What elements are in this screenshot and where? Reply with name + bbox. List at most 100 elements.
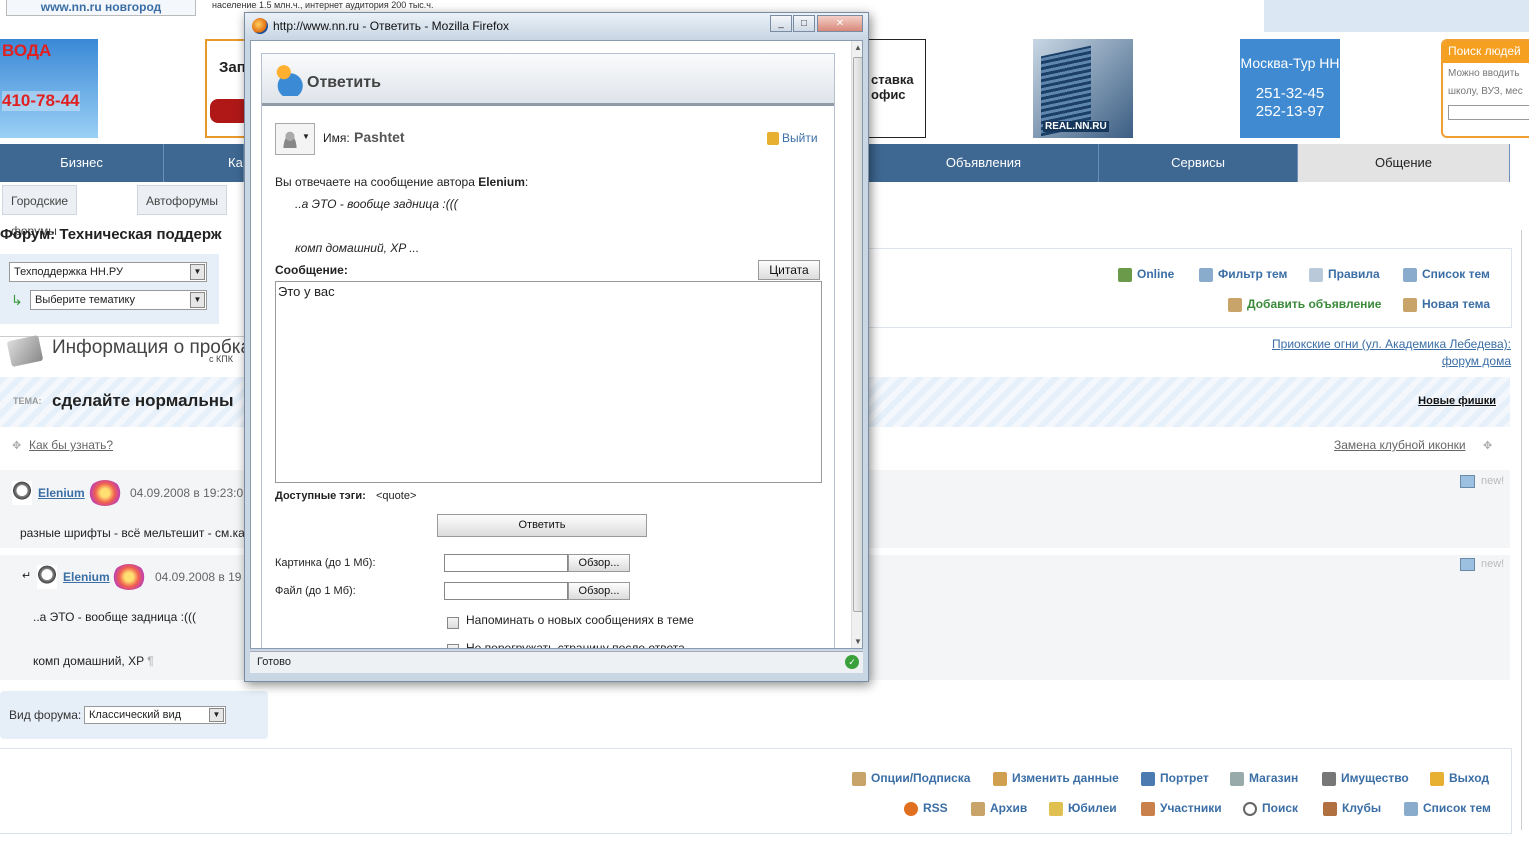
chevron-down-icon: ▼ [190, 292, 205, 308]
nav-item-services[interactable]: Сервисы [1099, 144, 1298, 182]
rules-link[interactable]: Правила [1309, 267, 1380, 282]
nav-item-ka[interactable]: Ка [164, 144, 244, 182]
maximize-button[interactable]: □ [793, 15, 815, 32]
new-badge: new! [1481, 475, 1505, 487]
people-search-input[interactable] [1448, 105, 1529, 120]
topic-select-value: Выберите тематику [35, 294, 135, 306]
no-reload-checkbox[interactable] [447, 644, 459, 648]
document-icon [1309, 267, 1323, 282]
reply-form: Ответить ▼ Имя: Pashtet Выйти Вы отвечае… [261, 53, 835, 648]
clubs-link[interactable]: Клубы [1323, 801, 1381, 816]
scrollbar-thumb[interactable] [853, 57, 862, 612]
archive-label: Архив [990, 801, 1028, 815]
footer-topic-list-link[interactable]: Список тем [1404, 801, 1491, 816]
nav-item-business[interactable]: Бизнес [0, 144, 164, 182]
property-link[interactable]: Имущество [1322, 771, 1409, 786]
notify-checkbox[interactable] [447, 617, 459, 629]
cart-icon [1230, 771, 1244, 786]
forum-view-select[interactable]: Классический вид ▼ [84, 706, 226, 724]
topic-list-label: Список тем [1422, 267, 1490, 281]
post-author[interactable]: Elenium [38, 486, 85, 500]
nav-item-ads[interactable]: Объявления [868, 144, 1099, 182]
anniversaries-link[interactable]: Юбилеи [1049, 801, 1117, 816]
file-browse-button[interactable]: Обзор... [568, 582, 630, 600]
traffic-info-bar[interactable]: Информация о пробка с КПК [0, 334, 251, 368]
new-topic-link[interactable]: Новая тема [1403, 297, 1490, 312]
rss-link[interactable]: RSS [904, 801, 948, 816]
property-label: Имущество [1341, 771, 1409, 785]
members-link[interactable]: Участники [1141, 801, 1222, 816]
edit-profile-link[interactable]: Изменить данные [993, 771, 1119, 786]
scroll-up-icon[interactable]: ▲ [854, 43, 862, 52]
image-icon[interactable] [1460, 475, 1475, 488]
quote-button[interactable]: Цитата [758, 260, 820, 280]
file-upload-field[interactable] [444, 582, 568, 600]
tags-label: Доступные тэги: [275, 490, 366, 502]
prev-topic-icon: ✥ [12, 440, 22, 452]
pencil-icon [1403, 297, 1417, 312]
topic-select[interactable]: Выберите тематику ▼ [30, 290, 207, 310]
image-browse-button[interactable]: Обзор... [568, 554, 630, 572]
reply-form-heading: Ответить [307, 74, 381, 91]
logout-label: Выход [1449, 771, 1490, 785]
water-ad-banner[interactable]: ВОДА 410-78-44 [0, 39, 98, 138]
close-button[interactable]: ✕ [817, 15, 863, 32]
new-features-link[interactable]: Новые фишки [1418, 395, 1496, 407]
related-forum-house-link[interactable]: форум дома [1442, 354, 1511, 368]
post-author[interactable]: Elenium [63, 570, 110, 584]
rss-icon [904, 801, 918, 816]
image-upload-field[interactable] [444, 554, 568, 572]
add-ad-link[interactable]: Добавить объявление [1228, 297, 1381, 312]
shop-link[interactable]: Магазин [1230, 771, 1298, 786]
window-titlebar[interactable]: http://www.nn.ru - Ответить - Mozilla Fi… [245, 13, 868, 39]
related-forum-links: Приокские огни (ул. Академика Лебедева):… [1100, 336, 1511, 370]
people-search-title: Поиск людей [1443, 41, 1529, 63]
water-ad-title: ВОДА [2, 41, 52, 60]
new-badge: new! [1481, 558, 1505, 570]
prev-topic-link[interactable]: Как бы узнать? [29, 438, 113, 452]
exit-door-icon [1430, 771, 1444, 786]
message-textarea[interactable]: Это у вас [275, 281, 822, 483]
tab-auto-forums[interactable]: Автофорумы [137, 185, 227, 215]
logout-link[interactable]: Выйти [767, 131, 818, 146]
site-stats-text: население 1.5 млн.ч., интернет аудитория… [212, 0, 434, 10]
next-topic-link[interactable]: Замена клубной иконки [1334, 438, 1466, 452]
window-scrollbar[interactable]: ▲ ▼ [851, 41, 862, 648]
forum-view-panel: Вид форума: Классический вид ▼ [0, 691, 268, 739]
portrait-icon [1141, 771, 1155, 786]
nav-item-communication[interactable]: Общение [1298, 144, 1510, 182]
forum-select[interactable]: Техподдержка НН.РУ ▼ [9, 262, 207, 282]
scroll-down-icon[interactable]: ▼ [854, 637, 862, 646]
portrait-link[interactable]: Портрет [1141, 771, 1209, 786]
image-icon[interactable] [1460, 558, 1475, 571]
clubs-icon [1323, 801, 1337, 816]
search-link[interactable]: Поиск [1243, 801, 1298, 816]
filter-topics-link[interactable]: Фильтр тем [1199, 267, 1287, 282]
people-search-desc-1: Можно вводить [1448, 68, 1520, 79]
archive-link[interactable]: Архив [971, 801, 1027, 816]
reply-popup-window: http://www.nn.ru - Ответить - Mozilla Fi… [244, 12, 869, 682]
tour-ad-title: Москва-Тур НН [1240, 55, 1340, 71]
real-estate-ad-banner[interactable]: REAL.NN.RU [1033, 39, 1133, 138]
submit-reply-button[interactable]: Ответить [437, 514, 647, 537]
car-ad-text: Зап [219, 59, 246, 76]
topic-list-link[interactable]: Список тем [1403, 267, 1490, 282]
minimize-button[interactable]: _ [770, 15, 792, 32]
related-forum-link[interactable]: Приокские огни (ул. Академика Лебедева): [1272, 337, 1511, 351]
cake-icon [1049, 801, 1063, 816]
tab-city-forums[interactable]: Городские форумы [2, 185, 78, 238]
list-icon [1403, 267, 1417, 282]
online-link[interactable]: Online [1118, 267, 1174, 282]
office-ad-banner[interactable]: ставка офис [866, 39, 926, 138]
clubs-label: Клубы [1342, 801, 1382, 815]
new-topic-label: Новая тема [1422, 297, 1491, 311]
site-logo[interactable]: www.nn.ru новгород [6, 0, 196, 16]
user-avatar [12, 481, 32, 505]
user-avatar-selector[interactable]: ▼ [275, 123, 315, 155]
quoted-line-2: комп домашний, XP ... [295, 241, 420, 255]
tour-ad-banner[interactable]: Москва-Тур НН 251-32-45 252-13-97 [1240, 39, 1340, 138]
options-subscription-link[interactable]: Опции/Подписка [852, 771, 970, 786]
tour-ad-phone-2: 252-13-97 [1255, 103, 1325, 120]
window-title: http://www.nn.ru - Ответить - Mozilla Fi… [273, 19, 510, 33]
logout-link[interactable]: Выход [1430, 771, 1489, 786]
